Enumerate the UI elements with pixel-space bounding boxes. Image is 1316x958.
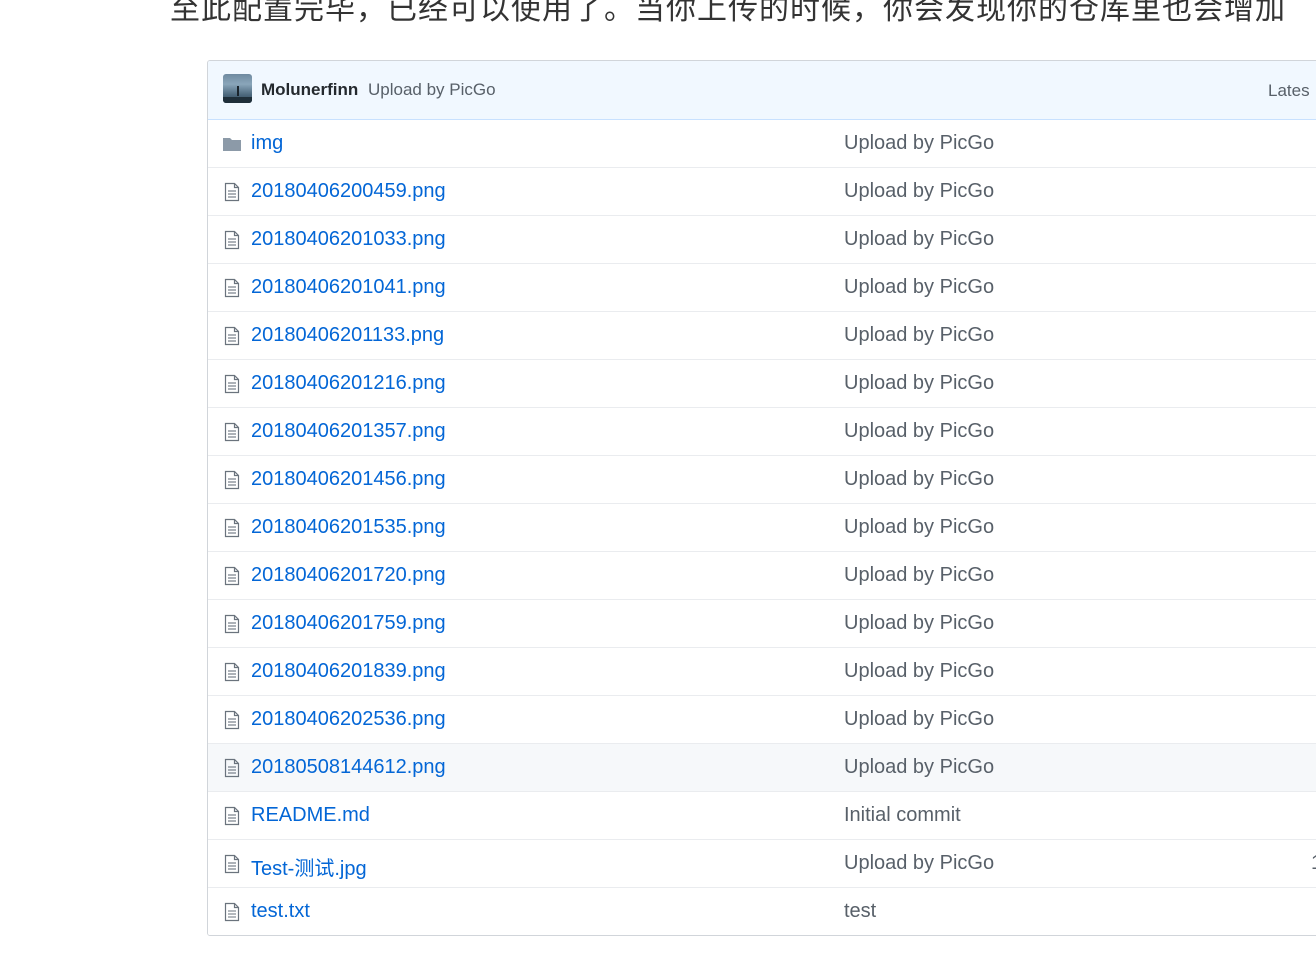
file-row[interactable]: 20180406200459.png Upload by PicGo bbox=[208, 167, 1316, 215]
file-row[interactable]: test.txt test bbox=[208, 887, 1316, 935]
file-name-link[interactable]: 20180406201133.png bbox=[251, 324, 444, 347]
file-icon bbox=[222, 854, 242, 874]
file-icon bbox=[222, 806, 242, 826]
commit-message-link[interactable]: Initial commit bbox=[844, 804, 961, 827]
file-name-link[interactable]: 20180406201216.png bbox=[251, 372, 446, 395]
file-table: Molunerfinn Upload by PicGo Lates img Upl… bbox=[207, 60, 1316, 936]
avatar-figure bbox=[237, 86, 239, 96]
avatar-ground bbox=[223, 97, 252, 103]
file-row[interactable]: 20180406201216.png Upload by PicGo bbox=[208, 359, 1316, 407]
file-row[interactable]: 20180406201357.png Upload by PicGo bbox=[208, 407, 1316, 455]
file-icon bbox=[222, 662, 242, 682]
file-icon bbox=[222, 374, 242, 394]
file-name-link[interactable]: test.txt bbox=[251, 900, 310, 923]
file-icon bbox=[222, 182, 242, 202]
commit-message-link[interactable]: Upload by PicGo bbox=[844, 420, 994, 443]
file-name-link[interactable]: Test-测试.jpg bbox=[251, 852, 367, 881]
file-row[interactable]: 20180406201759.png Upload by PicGo bbox=[208, 599, 1316, 647]
file-icon bbox=[222, 566, 242, 586]
file-row[interactable]: 20180406201041.png Upload by PicGo bbox=[208, 263, 1316, 311]
file-row[interactable]: 20180508144612.png Upload by PicGo bbox=[208, 743, 1316, 791]
file-row[interactable]: 20180406201535.png Upload by PicGo bbox=[208, 503, 1316, 551]
file-icon bbox=[222, 614, 242, 634]
commit-message-link[interactable]: Upload by PicGo bbox=[844, 180, 994, 203]
latest-commit-bar: Molunerfinn Upload by PicGo Lates bbox=[208, 61, 1316, 120]
avatar[interactable] bbox=[223, 74, 252, 103]
file-name-link[interactable]: 20180406201759.png bbox=[251, 612, 446, 635]
intro-text: 至此配置完毕，已经可以使用了。当你上传的时候，你会发现你的仓库里也会增加 bbox=[170, 0, 1286, 27]
file-row[interactable]: Test-测试.jpg Upload by PicGo 1 bbox=[208, 839, 1316, 887]
commit-author[interactable]: Molunerfinn bbox=[261, 80, 358, 100]
file-name-link[interactable]: README.md bbox=[251, 804, 370, 827]
file-row[interactable]: 20180406201133.png Upload by PicGo bbox=[208, 311, 1316, 359]
file-icon bbox=[222, 470, 242, 490]
file-icon bbox=[222, 278, 242, 298]
file-name-link[interactable]: 20180508144612.png bbox=[251, 756, 446, 779]
commit-message-link[interactable]: Upload by PicGo bbox=[844, 324, 994, 347]
commit-message-link[interactable]: Upload by PicGo bbox=[844, 516, 994, 539]
commit-age: 1 bbox=[1311, 852, 1316, 875]
commit-message-link[interactable]: Upload by PicGo bbox=[844, 276, 994, 299]
commit-message-link[interactable]: Upload by PicGo bbox=[844, 660, 994, 683]
commit-message-link[interactable]: Upload by PicGo bbox=[844, 228, 994, 251]
commit-message-link[interactable]: Upload by PicGo bbox=[844, 132, 994, 155]
file-name-link[interactable]: img bbox=[251, 132, 283, 155]
file-name-link[interactable]: 20180406201720.png bbox=[251, 564, 446, 587]
commit-message-link[interactable]: Upload by PicGo bbox=[844, 468, 994, 491]
commit-message-link[interactable]: Upload by PicGo bbox=[844, 564, 994, 587]
file-icon bbox=[222, 518, 242, 538]
file-name-link[interactable]: 20180406201456.png bbox=[251, 468, 446, 491]
file-name-link[interactable]: 20180406201357.png bbox=[251, 420, 446, 443]
file-name-link[interactable]: 20180406201535.png bbox=[251, 516, 446, 539]
file-row[interactable]: 20180406201839.png Upload by PicGo bbox=[208, 647, 1316, 695]
file-icon bbox=[222, 710, 242, 730]
file-row[interactable]: 20180406202536.png Upload by PicGo bbox=[208, 695, 1316, 743]
latest-commit-label: Lates bbox=[1268, 81, 1310, 100]
file-icon bbox=[222, 230, 242, 250]
commit-message-link[interactable]: test bbox=[844, 900, 876, 923]
file-row[interactable]: 20180406201720.png Upload by PicGo bbox=[208, 551, 1316, 599]
file-icon bbox=[222, 902, 242, 922]
file-row[interactable]: 20180406201033.png Upload by PicGo bbox=[208, 215, 1316, 263]
commit-message-link[interactable]: Upload by PicGo bbox=[844, 612, 994, 635]
commit-message[interactable]: Upload by PicGo bbox=[368, 80, 496, 100]
file-icon bbox=[222, 422, 242, 442]
file-name-link[interactable]: 20180406202536.png bbox=[251, 708, 446, 731]
folder-row[interactable]: img Upload by PicGo bbox=[208, 120, 1316, 167]
file-row[interactable]: 20180406201456.png Upload by PicGo bbox=[208, 455, 1316, 503]
folder-icon bbox=[222, 134, 242, 154]
commit-message-link[interactable]: Upload by PicGo bbox=[844, 708, 994, 731]
file-name-link[interactable]: 20180406200459.png bbox=[251, 180, 446, 203]
file-icon bbox=[222, 326, 242, 346]
file-row[interactable]: README.md Initial commit bbox=[208, 791, 1316, 839]
file-icon bbox=[222, 758, 242, 778]
file-list: img Upload by PicGo 20180406200459.png Uplo… bbox=[208, 120, 1316, 935]
file-name-link[interactable]: 20180406201041.png bbox=[251, 276, 446, 299]
commit-message-link[interactable]: Upload by PicGo bbox=[844, 372, 994, 395]
commit-message-link[interactable]: Upload by PicGo bbox=[844, 756, 994, 779]
file-name-link[interactable]: 20180406201839.png bbox=[251, 660, 446, 683]
commit-message-link[interactable]: Upload by PicGo bbox=[844, 852, 994, 875]
file-name-link[interactable]: 20180406201033.png bbox=[251, 228, 446, 251]
